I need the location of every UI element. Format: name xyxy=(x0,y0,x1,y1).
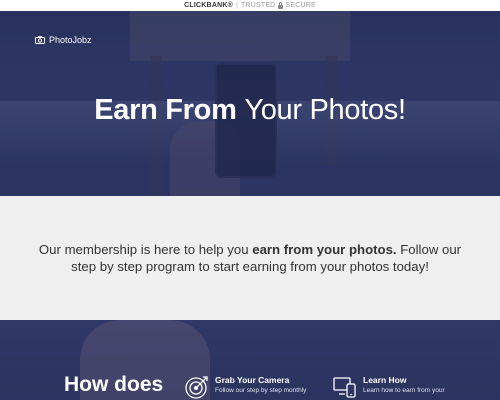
target-icon xyxy=(185,376,208,399)
devices-icon xyxy=(333,377,356,398)
hero-title-bold: Earn From xyxy=(94,94,237,126)
clickbank-logo: CLICKBANK® xyxy=(184,2,233,9)
step-title: Learn How xyxy=(363,375,407,385)
step-title: Grab Your Camera xyxy=(215,375,290,385)
trusted-label: TRUSTED xyxy=(240,2,276,9)
membership-emphasis: earn from your photos. xyxy=(252,242,397,257)
hero-title: Earn From Your Photos! xyxy=(0,94,500,127)
how-title: How does xyxy=(64,373,164,396)
hero-title-light: Your Photos! xyxy=(244,94,406,126)
site-logo-text: PhotoJobz xyxy=(49,35,92,45)
hero-section: PhotoJobz Earn From Your Photos! xyxy=(0,11,500,196)
site-logo[interactable]: PhotoJobz xyxy=(35,35,92,45)
step-learn-how: Learn How Learn how to earn from your xyxy=(333,375,445,399)
secure-label: SECURE xyxy=(285,2,316,9)
trust-separator: | xyxy=(235,2,238,9)
how-it-works-section: How does Grab Your Camera Follow our ste… xyxy=(0,320,500,400)
trust-bar: CLICKBANK® | TRUSTED SECURE xyxy=(0,0,500,11)
membership-section: Our membership is here to help you earn … xyxy=(0,196,500,320)
lock-icon xyxy=(278,1,284,9)
membership-text: Our membership is here to help you earn … xyxy=(38,242,462,274)
step-grab-camera: Grab Your Camera Follow our step by step… xyxy=(185,375,306,399)
camera-icon xyxy=(35,36,45,44)
step-description: Follow our step by step monthly xyxy=(215,387,307,394)
step-description: Learn how to earn from your xyxy=(363,387,445,394)
